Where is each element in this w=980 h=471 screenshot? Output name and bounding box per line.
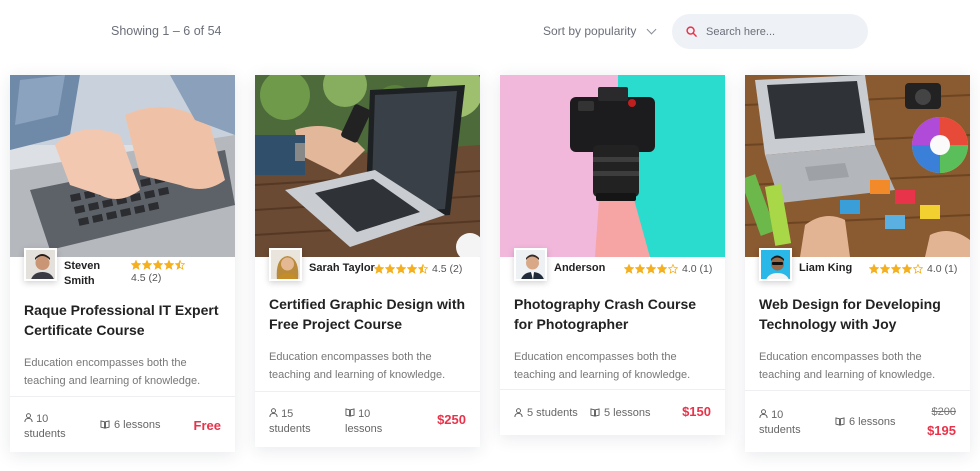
star-icon bbox=[131, 260, 141, 270]
author-name[interactable]: Sarah Taylor bbox=[309, 262, 375, 274]
user-icon bbox=[269, 407, 278, 422]
star-icon bbox=[385, 264, 395, 274]
course-price: $250 bbox=[437, 412, 466, 427]
user-icon bbox=[24, 412, 33, 427]
search-icon bbox=[686, 26, 697, 37]
students-count: 5 students bbox=[514, 406, 578, 422]
students-count: 10 students bbox=[759, 408, 801, 436]
lessons-count: 5 lessons bbox=[590, 406, 650, 422]
user-icon bbox=[514, 407, 523, 422]
star-icon bbox=[142, 260, 152, 270]
rating-stars bbox=[869, 264, 923, 274]
star-icon bbox=[657, 264, 667, 274]
author-avatar bbox=[514, 248, 547, 281]
star-icon bbox=[880, 264, 890, 274]
course-rating: 4.0 (1) bbox=[624, 263, 712, 275]
rating-stars bbox=[374, 264, 428, 274]
course-description: Education encompasses both the teaching … bbox=[759, 351, 936, 381]
star-icon bbox=[646, 264, 656, 274]
star-icon bbox=[175, 260, 185, 270]
course-card[interactable]: Steven Smith 4.5 (2) Raque Professional … bbox=[10, 75, 235, 452]
star-icon bbox=[153, 260, 163, 270]
sort-label: Sort by popularity bbox=[543, 24, 637, 38]
star-icon bbox=[902, 264, 912, 274]
lessons-count: 6 lessons bbox=[100, 418, 160, 434]
course-title[interactable]: Raque Professional IT Expert Certificate… bbox=[10, 301, 235, 340]
original-price: $200 bbox=[931, 406, 956, 418]
star-icon bbox=[635, 264, 645, 274]
course-title[interactable]: Certified Graphic Design with Free Proje… bbox=[255, 295, 480, 334]
book-icon bbox=[100, 419, 110, 434]
course-card[interactable]: Anderson 4.0 (1) Photography Crash Cours… bbox=[500, 75, 725, 435]
result-count: Showing 1 – 6 of 54 bbox=[111, 24, 222, 38]
star-icon bbox=[891, 264, 901, 274]
star-icon bbox=[913, 264, 923, 274]
star-icon bbox=[869, 264, 879, 274]
course-footer: 5 students 5 lessons $150 bbox=[500, 389, 725, 435]
author-name[interactable]: Steven Smith bbox=[64, 259, 100, 289]
rating-stars bbox=[624, 264, 678, 274]
book-icon bbox=[835, 416, 845, 431]
search-input[interactable] bbox=[706, 25, 856, 38]
author-name[interactable]: Liam King bbox=[799, 262, 852, 274]
rating-stars bbox=[131, 260, 185, 270]
author-avatar bbox=[269, 248, 302, 281]
lessons-count: 6 lessons bbox=[835, 415, 895, 431]
course-title[interactable]: Photography Crash Course for Photographe… bbox=[500, 295, 725, 334]
course-price: Free bbox=[193, 418, 221, 433]
star-icon bbox=[668, 264, 678, 274]
star-icon bbox=[624, 264, 634, 274]
sort-dropdown[interactable]: Sort by popularity bbox=[543, 24, 657, 38]
shop-toolbar: Showing 1 – 6 of 54 Sort by popularity bbox=[0, 0, 980, 62]
course-card[interactable]: Liam King 4.0 (1) Web Design for Develop… bbox=[745, 75, 970, 452]
course-price: $195 bbox=[927, 423, 956, 438]
course-rating: 4.0 (1) bbox=[869, 263, 957, 275]
students-count: 15 students bbox=[269, 407, 311, 435]
course-image[interactable] bbox=[255, 75, 480, 257]
star-icon bbox=[396, 264, 406, 274]
book-icon bbox=[345, 407, 355, 422]
course-image[interactable] bbox=[745, 75, 970, 257]
students-count: 10 students bbox=[24, 412, 66, 440]
course-footer: 10 students 6 lessons $200 $195 bbox=[745, 390, 970, 452]
book-icon bbox=[590, 407, 600, 422]
course-footer: 15 students 10 lessons $250 bbox=[255, 391, 480, 447]
search-box[interactable] bbox=[672, 14, 868, 49]
course-title[interactable]: Web Design for Developing Technology wit… bbox=[745, 295, 970, 334]
course-rating: 4.5 (2) bbox=[374, 263, 462, 275]
course-description: Education encompasses both the teaching … bbox=[269, 351, 446, 381]
star-icon bbox=[418, 264, 428, 274]
course-image[interactable] bbox=[10, 75, 235, 257]
star-icon bbox=[374, 264, 384, 274]
lessons-count: 10 lessons bbox=[345, 407, 383, 435]
user-icon bbox=[759, 408, 768, 423]
course-rating: 4.5 (2) bbox=[131, 260, 185, 284]
course-price: $150 bbox=[682, 404, 711, 419]
course-card[interactable]: Sarah Taylor 4.5 (2) Certified Graphic D… bbox=[255, 75, 480, 447]
course-footer: 10 students 6 lessons Free bbox=[10, 396, 235, 452]
author-avatar bbox=[759, 248, 792, 281]
course-description: Education encompasses both the teaching … bbox=[514, 351, 691, 381]
author-name[interactable]: Anderson bbox=[554, 262, 605, 274]
course-image[interactable] bbox=[500, 75, 725, 257]
star-icon bbox=[407, 264, 417, 274]
star-icon bbox=[164, 260, 174, 270]
chevron-down-icon bbox=[646, 24, 657, 34]
course-description: Education encompasses both the teaching … bbox=[24, 357, 201, 387]
author-avatar bbox=[24, 248, 57, 281]
